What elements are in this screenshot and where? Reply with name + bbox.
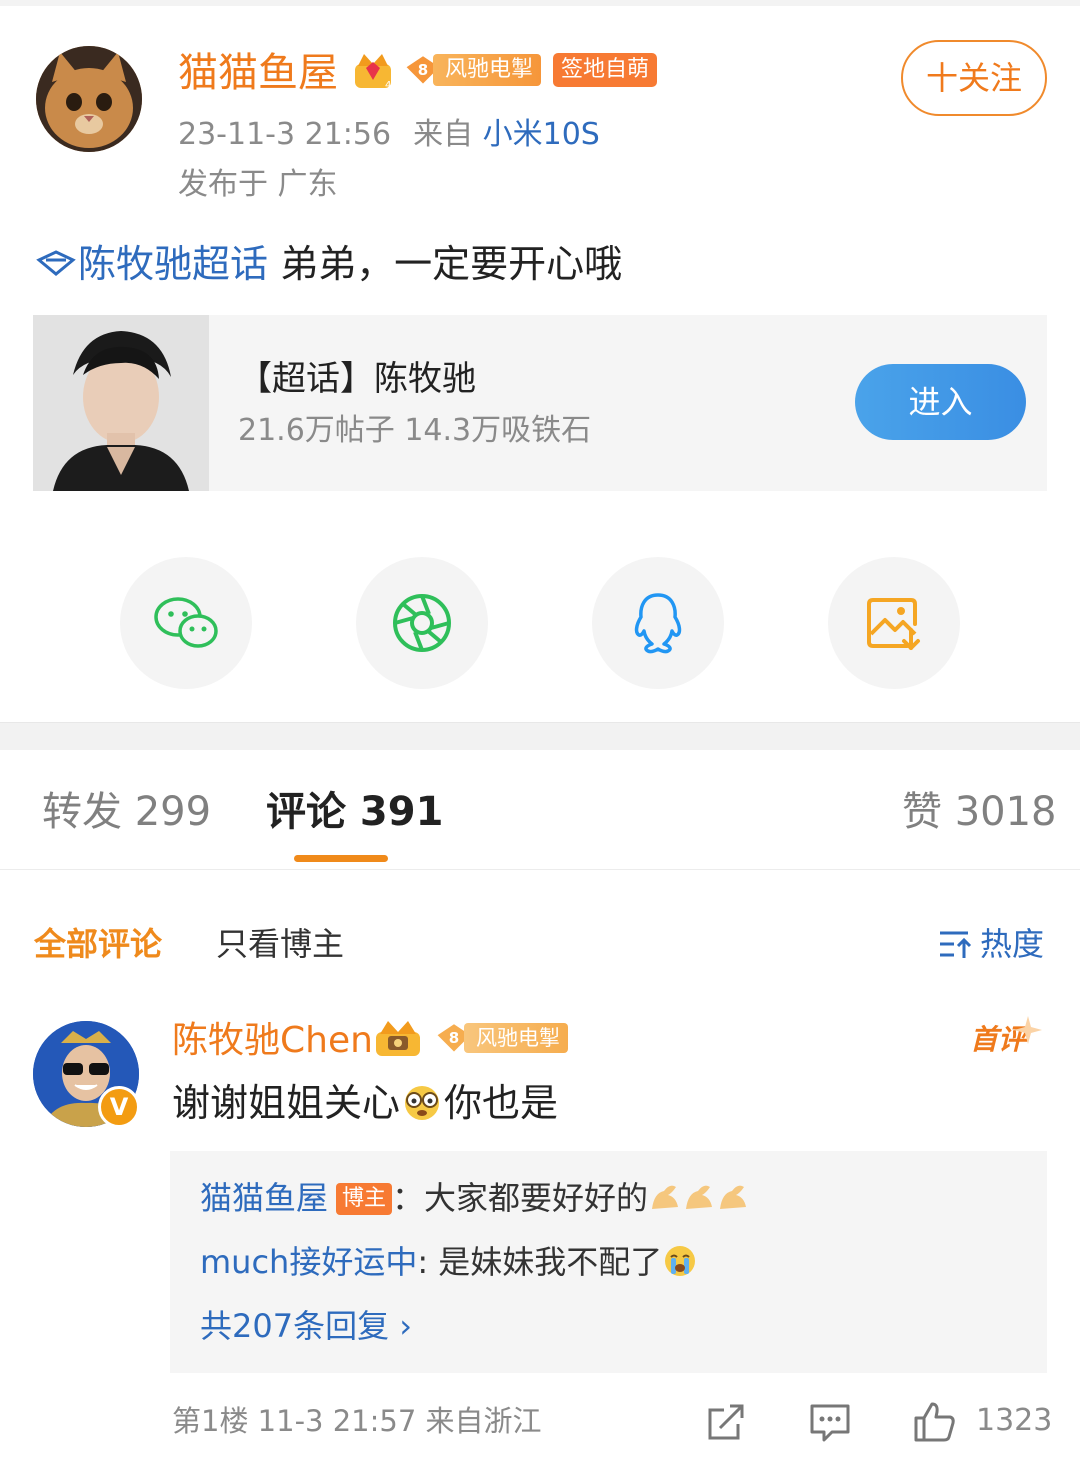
author-avatar[interactable] [36, 46, 142, 152]
fan-badge-text: 风驰电掣 [433, 54, 542, 86]
follow-button[interactable]: 十关注 [901, 40, 1047, 116]
sparkle-icon [1014, 1016, 1042, 1044]
owner-tag: 博主 [336, 1183, 393, 1215]
post-body: 弟弟，一定要开心哦 [268, 242, 623, 286]
reply-item[interactable]: much接好运中: 是妹妹我不配了 [200, 1240, 698, 1284]
reply-separator: ： [392, 1179, 425, 1217]
sign-badge: 签地自萌 [553, 53, 658, 87]
comment-time: 11-3 21:57 [257, 1404, 417, 1438]
supertopic-title: 【超话】陈牧驰 [238, 359, 476, 399]
more-replies-label: 共207条回复 [200, 1307, 400, 1345]
supertopic-diamond-icon [36, 250, 76, 276]
sort-by-hot[interactable]: 热度 [938, 922, 1044, 966]
from-label: 来自 [413, 117, 474, 152]
filter-owner-only[interactable]: 只看博主 [216, 922, 344, 966]
tab-repost[interactable]: 转发 299 [42, 786, 211, 838]
fan-level-badge: 8 风驰电掣 [403, 53, 542, 87]
like-count: 1323 [976, 1403, 1053, 1438]
share-qq-button[interactable] [592, 557, 724, 689]
fan-level-number: 8 [418, 61, 428, 79]
supertopic-stats: 21.6万帖子 14.3万吸铁石 [238, 413, 592, 448]
enter-supertopic-button[interactable]: 进入 [855, 364, 1026, 440]
reply-item[interactable]: 猫猫鱼屋 博主 ：大家都要好好的 [200, 1176, 750, 1220]
comment-location: 来自浙江 [425, 1404, 542, 1438]
topic-name: 陈牧驰超话 [78, 242, 269, 286]
post-location: 发布于 广东 [178, 167, 338, 202]
comment-text-part1: 谢谢姐姐关心 [172, 1081, 401, 1125]
post-content: 陈牧驰超话 弟弟，一定要开心哦 [36, 238, 622, 290]
svg-text:4: 4 [385, 80, 391, 91]
save-image-button[interactable] [828, 557, 960, 689]
active-tab-indicator [294, 855, 388, 862]
share-comment-icon[interactable] [704, 1400, 748, 1444]
commenter-name[interactable]: 陈牧驰Chen [172, 1017, 373, 1065]
tab-comments[interactable]: 评论 391 [266, 786, 443, 838]
commenter-fan-badge: 8 风驰电掣 [434, 1021, 568, 1055]
chevron-right-icon: › [399, 1307, 413, 1345]
supertopic-photo [33, 315, 209, 491]
device-link[interactable]: 小米10S [483, 117, 600, 152]
filter-all-comments[interactable]: 全部评论 [34, 922, 162, 966]
top-divider [0, 0, 1080, 6]
save-image-icon [867, 598, 920, 650]
reply-author[interactable]: 猫猫鱼屋 [200, 1179, 328, 1217]
crown-icon: 4 [355, 54, 391, 91]
like-icon[interactable] [912, 1400, 956, 1444]
author-name[interactable]: 猫猫鱼屋 [178, 48, 338, 98]
comment-text-part2: 你也是 [444, 1081, 559, 1125]
sort-label: 热度 [980, 925, 1045, 963]
reply-text: 是妹妹我不配了 [438, 1243, 663, 1281]
topic-link[interactable]: 陈牧驰超话 [36, 242, 268, 286]
view-all-replies-link[interactable]: 共207条回复 › [200, 1304, 412, 1348]
post-meta: 23-11-3 21:56 来自 小米10S [178, 114, 600, 156]
muscle-emoji-icon [652, 1185, 747, 1209]
wechat-icon [154, 597, 218, 648]
verified-badge: V [98, 1086, 140, 1128]
section-divider [0, 722, 1080, 750]
comment-text: 谢谢姐姐关心 你也是 [172, 1078, 558, 1128]
reply-separator: : [417, 1243, 439, 1281]
fan-level-number: 8 [449, 1029, 459, 1047]
reply-text: 大家都要好好的 [424, 1179, 649, 1217]
floor-number: 第1楼 [172, 1404, 249, 1438]
share-wechat-button[interactable] [120, 557, 252, 689]
qq-icon [634, 593, 682, 654]
share-moments-button[interactable] [356, 557, 488, 689]
moments-icon [393, 594, 451, 652]
reply-author[interactable]: much接好运中 [200, 1243, 417, 1281]
crying-emoji-icon [665, 1246, 696, 1276]
sort-icon [940, 931, 972, 958]
tab-border [0, 869, 1080, 870]
post-time: 23-11-3 21:56 [178, 117, 392, 152]
nerd-emoji-icon [405, 1086, 440, 1120]
commenter-fan-badge-text: 风驰电掣 [464, 1023, 568, 1053]
crown-icon [376, 1021, 420, 1056]
reply-comment-icon[interactable] [808, 1400, 852, 1444]
comment-footer: 第1楼 11-3 21:57 来自浙江 [172, 1400, 542, 1442]
tab-likes[interactable]: 赞 3018 [902, 786, 1057, 838]
